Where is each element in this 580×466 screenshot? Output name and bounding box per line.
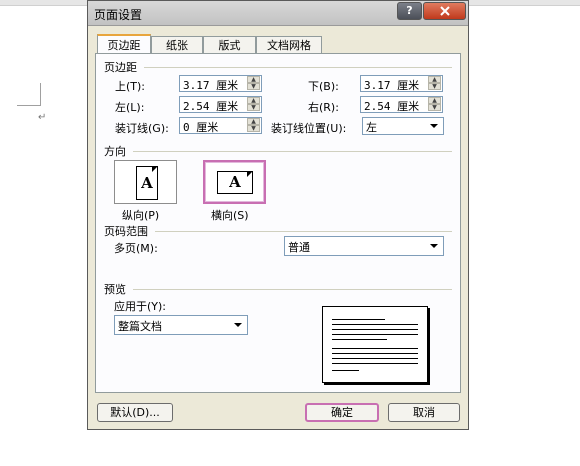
multiple-pages-select[interactable]: 普通 xyxy=(284,236,444,256)
left-margin-value: 2.54 厘米 xyxy=(183,100,239,113)
ok-button[interactable]: 确定 xyxy=(305,403,379,422)
divider xyxy=(133,289,452,290)
landscape-page-icon: A xyxy=(217,171,253,194)
left-margin-label: 左(L): xyxy=(115,101,145,114)
orientation-heading: 方向 xyxy=(104,145,126,158)
tab-layout[interactable]: 版式 xyxy=(203,36,256,53)
close-button[interactable] xyxy=(423,2,466,20)
divider xyxy=(144,67,452,68)
bottom-margin-spinner[interactable]: 3.17 厘米 ▲ ▼ xyxy=(360,75,443,92)
right-margin-value: 2.54 厘米 xyxy=(364,100,420,113)
gutter-value: 0 厘米 xyxy=(183,121,219,134)
chevron-down-icon xyxy=(430,244,438,248)
portrait-label: 纵向(P) xyxy=(122,209,160,222)
portrait-option[interactable]: A xyxy=(114,160,177,204)
chevron-down-icon xyxy=(430,124,438,128)
gutter-spinner[interactable]: 0 厘米 ▲ ▼ xyxy=(179,117,262,134)
preview-text-line xyxy=(332,370,359,371)
right-margin-spinner[interactable]: 2.54 厘米 ▲ ▼ xyxy=(360,96,443,113)
paragraph-mark: ↵ xyxy=(38,112,47,123)
preview-heading: 预览 xyxy=(104,283,126,296)
bottom-margin-label: 下(B): xyxy=(308,80,339,93)
left-margin-spinner[interactable]: 2.54 厘米 ▲ ▼ xyxy=(179,96,262,113)
preview-text-line xyxy=(332,324,418,325)
margins-heading: 页边距 xyxy=(104,61,137,74)
spin-up-arrow-icon[interactable]: ▲ xyxy=(247,97,260,104)
spin-up-arrow-icon[interactable]: ▲ xyxy=(428,76,441,83)
spin-up-arrow-icon[interactable]: ▲ xyxy=(428,97,441,104)
margin-corner-mark xyxy=(17,105,41,106)
gutter-position-label: 装订线位置(U): xyxy=(271,122,347,135)
preview-text-line xyxy=(332,348,418,349)
spin-up-arrow-icon[interactable]: ▲ xyxy=(247,76,260,83)
preview-text-line xyxy=(332,334,418,335)
cancel-button[interactable]: 取消 xyxy=(388,403,460,422)
spin-up-arrow-icon[interactable]: ▲ xyxy=(247,118,260,125)
margin-corner-mark-vertical xyxy=(40,83,41,106)
divider xyxy=(155,231,452,232)
spin-down-arrow-icon[interactable]: ▼ xyxy=(428,104,441,111)
divider xyxy=(133,151,452,152)
page-preview xyxy=(322,306,428,383)
close-icon xyxy=(439,6,450,16)
tab-paper[interactable]: 纸张 xyxy=(151,36,203,53)
spin-down-arrow-icon[interactable]: ▼ xyxy=(428,83,441,90)
chevron-down-icon xyxy=(234,323,242,327)
preview-text-line xyxy=(332,329,418,330)
preview-text-line xyxy=(332,363,418,364)
portrait-letter: A xyxy=(141,174,153,192)
tab-document-grid[interactable]: 文档网格 xyxy=(256,36,322,53)
landscape-option[interactable]: A xyxy=(203,160,266,204)
tab-margins[interactable]: 页边距 xyxy=(97,34,151,54)
spin-down-arrow-icon[interactable]: ▼ xyxy=(247,104,260,111)
apply-to-label: 应用于(Y): xyxy=(114,300,167,313)
preview-text-line xyxy=(332,358,418,359)
gutter-position-value: 左 xyxy=(366,121,377,134)
multiple-pages-label: 多页(M): xyxy=(114,242,158,255)
gutter-position-select[interactable]: 左 xyxy=(362,117,444,135)
apply-to-value: 整篇文档 xyxy=(118,320,162,333)
landscape-label: 横向(S) xyxy=(211,209,249,222)
pages-heading: 页码范围 xyxy=(104,225,148,238)
default-button[interactable]: 默认(D)... xyxy=(97,403,173,422)
preview-text-line xyxy=(332,353,418,354)
bottom-margin-value: 3.17 厘米 xyxy=(364,79,420,92)
portrait-page-icon: A xyxy=(136,166,158,200)
spin-down-arrow-icon[interactable]: ▼ xyxy=(247,125,260,132)
preview-text-line xyxy=(332,319,385,320)
spin-down-arrow-icon[interactable]: ▼ xyxy=(247,83,260,90)
preview-text-line xyxy=(332,339,387,340)
top-margin-value: 3.17 厘米 xyxy=(183,79,239,92)
title-bar: 页面设置 ? xyxy=(88,1,468,26)
right-margin-label: 右(R): xyxy=(308,101,339,114)
gutter-label: 装订线(G): xyxy=(115,122,169,135)
multiple-pages-value: 普通 xyxy=(288,241,310,254)
dialog-title: 页面设置 xyxy=(94,8,143,22)
apply-to-select[interactable]: 整篇文档 xyxy=(114,315,248,335)
help-button[interactable]: ? xyxy=(397,2,422,20)
top-margin-label: 上(T): xyxy=(115,80,146,93)
top-margin-spinner[interactable]: 3.17 厘米 ▲ ▼ xyxy=(179,75,262,92)
